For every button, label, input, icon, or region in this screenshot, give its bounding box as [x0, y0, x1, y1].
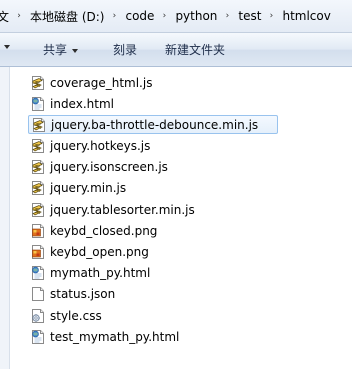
js-script-icon — [31, 117, 47, 133]
breadcrumb-item-code[interactable]: code — [121, 9, 157, 23]
navigation-pane-edge[interactable] — [0, 67, 10, 369]
file-name: keybd_open.png — [50, 245, 149, 259]
breadcrumb-separator-icon[interactable]: › — [12, 11, 26, 21]
file-list-pane[interactable]: coverage_html.js index.html jquery.ba-thro… — [0, 67, 352, 369]
breadcrumb-item-drive-d[interactable]: 本地磁盘 (D:) — [26, 8, 107, 25]
breadcrumb-item-python[interactable]: python — [171, 9, 220, 23]
js-script-icon — [30, 138, 46, 154]
share-button[interactable]: 共享 — [43, 41, 79, 59]
breadcrumb-item-test[interactable]: test — [234, 9, 264, 23]
list-item[interactable]: test_mymath_py.html — [30, 327, 352, 346]
list-item[interactable]: jquery.hotkeys.js — [30, 137, 352, 156]
list-item[interactable]: keybd_closed.png — [30, 221, 352, 240]
breadcrumb-item-htmlcov[interactable]: htmlcov — [278, 9, 333, 23]
file-name: jquery.min.js — [50, 181, 127, 196]
html-file-icon — [30, 96, 46, 112]
file-name: test_mymath_py.html — [50, 329, 180, 344]
command-toolbar: 共享 刻录 新建文件夹 — [0, 33, 352, 67]
address-bar[interactable]: 文 › 本地磁盘 (D:) › code › python › test › h… — [0, 0, 352, 33]
list-item[interactable]: coverage_html.js — [30, 73, 352, 92]
organize-dropdown-arrow-icon[interactable] — [4, 45, 10, 49]
breadcrumb-separator-icon[interactable]: › — [220, 11, 234, 21]
file-name: keybd_closed.png — [50, 223, 158, 238]
list-item[interactable]: keybd_open.png — [30, 243, 352, 262]
burn-button[interactable]: 刻录 — [113, 41, 137, 59]
new-folder-button[interactable]: 新建文件夹 — [165, 41, 225, 59]
breadcrumb-separator-icon[interactable]: › — [107, 11, 121, 21]
file-name: mymath_py.html — [50, 266, 151, 281]
js-script-icon — [30, 202, 46, 218]
file-name: jquery.ba-throttle-debounce.min.js — [51, 117, 259, 132]
list-item[interactable]: jquery.isonscreen.js — [30, 158, 352, 177]
png-image-icon — [30, 244, 46, 260]
file-name: style.css — [50, 308, 102, 323]
file-name: jquery.tablesorter.min.js — [50, 202, 195, 217]
html-file-icon — [30, 329, 46, 345]
file-list: coverage_html.js index.html jquery.ba-thro… — [28, 73, 352, 348]
js-script-icon — [30, 75, 46, 91]
js-script-icon — [30, 159, 46, 175]
file-name: coverage_html.js — [50, 75, 153, 90]
list-item[interactable]: style.css — [30, 306, 352, 325]
list-item[interactable]: status.json — [30, 285, 352, 304]
list-item[interactable]: jquery.tablesorter.min.js — [30, 200, 352, 219]
list-item[interactable]: jquery.min.js — [30, 179, 352, 198]
js-script-icon — [30, 180, 46, 196]
html-file-icon — [30, 265, 46, 281]
breadcrumb-item-library[interactable]: 文 — [0, 8, 12, 25]
breadcrumb: 文 › 本地磁盘 (D:) › code › python › test › h… — [0, 4, 352, 28]
file-name: jquery.isonscreen.js — [50, 160, 168, 175]
blank-file-icon — [30, 286, 46, 302]
png-image-icon — [30, 223, 46, 239]
breadcrumb-separator-icon[interactable]: › — [157, 11, 171, 21]
list-item[interactable]: index.html — [30, 94, 352, 113]
breadcrumb-separator-icon[interactable]: › — [264, 11, 278, 21]
file-name: status.json — [50, 287, 116, 302]
list-item-selected[interactable]: jquery.ba-throttle-debounce.min.js — [28, 115, 278, 135]
file-name: index.html — [50, 96, 114, 111]
list-item[interactable]: mymath_py.html — [30, 264, 352, 283]
share-button-label: 共享 — [43, 43, 68, 57]
file-name: jquery.hotkeys.js — [50, 139, 151, 154]
css-file-icon — [30, 308, 46, 324]
chevron-down-icon — [72, 48, 79, 53]
